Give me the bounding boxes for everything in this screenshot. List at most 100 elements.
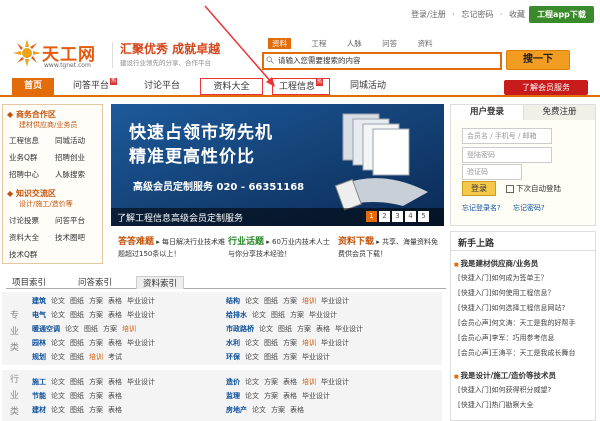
category-sub-link[interactable]: 图纸 [70, 297, 84, 305]
category-sub-link[interactable]: 表格 [108, 378, 122, 386]
category-sub-link[interactable]: 表格 [316, 325, 330, 333]
category-sub-link[interactable]: 方案 [264, 392, 278, 400]
category-sub-link[interactable]: 论文 [245, 353, 259, 361]
search-tab-wenda[interactable]: 问答 [382, 38, 397, 49]
tab-free-register[interactable]: 免费注册 [523, 105, 595, 120]
category-sub-link[interactable]: 方案 [271, 406, 285, 414]
login-register-link[interactable]: 登录/注册 [411, 10, 446, 19]
forgot-password-link-2[interactable]: 忘记密码? [513, 204, 545, 212]
sidebar-item-tech-qq[interactable]: 技术Q群 [9, 249, 55, 260]
category-sub-link[interactable]: 方案 [297, 325, 311, 333]
category-sub-link[interactable]: 方案 [290, 311, 304, 319]
category-sub-link[interactable]: 毕业设计 [321, 339, 349, 347]
sidebar-item-jobs[interactable]: 招聘中心 [9, 169, 55, 180]
banner-page-3[interactable]: 3 [392, 211, 403, 222]
newbie-list-item[interactable]: [会员心声]何文涛：天工是我的好帮手 [458, 318, 575, 328]
sidebar-item-resources[interactable]: 资料大全 [9, 232, 55, 243]
tab-project-index[interactable]: 项目索引 [12, 276, 46, 288]
category-sub-link[interactable]: 论文 [252, 406, 266, 414]
sidebar-item-qq-group[interactable]: 业务Q群 [9, 152, 55, 163]
category-sub-link[interactable]: 方案 [89, 392, 103, 400]
password-field[interactable]: 登陆密码 [462, 147, 552, 163]
member-service-button[interactable]: 了解会员服务 [504, 80, 588, 95]
category-sub-link[interactable]: 表格 [283, 392, 297, 400]
category-name-link[interactable]: 市政路桥 [226, 325, 254, 333]
category-sub-link[interactable]: 表格 [290, 406, 304, 414]
category-sub-link[interactable]: 培训 [302, 297, 316, 305]
tab-user-login[interactable]: 用户登录 [451, 105, 523, 120]
category-sub-link[interactable]: 表格 [108, 339, 122, 347]
category-sub-link[interactable]: 图纸 [70, 378, 84, 386]
username-field[interactable]: 会员名 / 手机号 / 邮箱 [462, 128, 552, 144]
category-sub-link[interactable]: 方案 [89, 406, 103, 414]
category-sub-link[interactable]: 表格 [108, 392, 122, 400]
category-sub-link[interactable]: 毕业设计 [127, 311, 155, 319]
category-name-link[interactable]: 房地产 [226, 406, 247, 414]
forgot-username-link[interactable]: 忘记登录名? [462, 204, 501, 212]
category-name-link[interactable]: 环保 [226, 353, 240, 361]
category-sub-link[interactable]: 论文 [245, 392, 259, 400]
category-name-link[interactable]: 造价 [226, 378, 240, 386]
category-sub-link[interactable]: 表格 [283, 378, 297, 386]
category-sub-link[interactable]: 论文 [252, 311, 266, 319]
newbie-list-item[interactable]: [会员心声]王涛平：天工是我成长舞台 [458, 348, 575, 358]
search-tab-ziliao[interactable]: 资料 [268, 38, 291, 49]
sidebar-item-project-info[interactable]: 工程信息 [9, 135, 55, 146]
category-sub-link[interactable]: 方案 [264, 378, 278, 386]
category-sub-link[interactable]: 方案 [283, 339, 297, 347]
category-sub-link[interactable]: 毕业设计 [321, 297, 349, 305]
category-sub-link[interactable]: 毕业设计 [127, 378, 155, 386]
category-name-link[interactable]: 水利 [226, 339, 240, 347]
info-topics[interactable]: 行业话题 ▸ 60万业内技术人士与你分享技术经验！ [228, 236, 334, 260]
category-sub-link[interactable]: 毕业设计 [321, 378, 349, 386]
category-name-link[interactable]: 给排水 [226, 311, 247, 319]
newbie-list-item[interactable]: [快捷入门]热门勘察大全 [458, 400, 533, 410]
captcha-field[interactable]: 验证码 [462, 164, 522, 180]
category-name-link[interactable]: 节能 [32, 392, 46, 400]
newbie-list-item[interactable]: [快捷入门]如何使用工程信息？ [458, 288, 554, 298]
category-sub-link[interactable]: 方案 [283, 353, 297, 361]
category-sub-link[interactable]: 方案 [103, 325, 117, 333]
category-sub-link[interactable]: 论文 [245, 339, 259, 347]
site-logo[interactable]: 天工网 www.tgnet.com [12, 38, 112, 74]
category-sub-link[interactable]: 论文 [51, 297, 65, 305]
category-sub-link[interactable]: 论文 [51, 339, 65, 347]
nav-home[interactable]: 首页 [12, 78, 54, 95]
auto-login-checkbox[interactable]: 下次自动登陆 [506, 183, 561, 194]
search-button[interactable]: 搜一下 [506, 50, 570, 70]
tab-resource-index[interactable]: 资料索引 [136, 276, 185, 289]
category-name-link[interactable]: 园林 [32, 339, 46, 347]
category-sub-link[interactable]: 考试 [108, 353, 122, 361]
banner-page-5[interactable]: 5 [418, 211, 429, 222]
banner-page-1[interactable]: 1 [366, 211, 377, 222]
category-sub-link[interactable]: 培训 [302, 339, 316, 347]
category-name-link[interactable]: 暖通空调 [32, 325, 60, 333]
search-tab-renmai[interactable]: 人脉 [347, 38, 362, 49]
category-sub-link[interactable]: 论文 [245, 378, 259, 386]
category-sub-link[interactable]: 毕业设计 [127, 297, 155, 305]
search-tab-gongcheng[interactable]: 工程 [311, 38, 326, 49]
nav-project-info[interactable]: 工程信息热 [272, 78, 330, 95]
category-sub-link[interactable]: 图纸 [70, 353, 84, 361]
category-sub-link[interactable]: 方案 [283, 297, 297, 305]
category-sub-link[interactable]: 方案 [89, 311, 103, 319]
sidebar-item-people-search[interactable]: 人脉搜索 [55, 169, 101, 180]
sidebar-item-local-events[interactable]: 同城活动 [55, 135, 101, 146]
search-tab-ziliao-2[interactable]: 资料 [418, 38, 433, 49]
sidebar-item-qa[interactable]: 问答平台 [55, 215, 101, 226]
category-sub-link[interactable]: 毕业设计 [335, 325, 363, 333]
category-sub-link[interactable]: 毕业设计 [302, 392, 330, 400]
newbie-list-item[interactable]: [快捷入门]如何选择工程信息网站? [458, 303, 565, 313]
category-name-link[interactable]: 结构 [226, 297, 240, 305]
category-sub-link[interactable]: 图纸 [84, 325, 98, 333]
nav-discussion[interactable]: 讨论平台 [133, 78, 191, 95]
favorite-link[interactable]: 收藏 [509, 10, 525, 19]
info-downloads[interactable]: 资料下载 ▸ 共享、海量资料免费供会员下载！ [338, 236, 444, 260]
sidebar-item-vote[interactable]: 讨论投票 [9, 215, 55, 226]
banner-page-4[interactable]: 4 [405, 211, 416, 222]
category-sub-link[interactable]: 论文 [259, 325, 273, 333]
nav-local-events[interactable]: 同城活动 [338, 78, 398, 95]
category-sub-link[interactable]: 图纸 [70, 339, 84, 347]
category-sub-link[interactable]: 图纸 [70, 392, 84, 400]
newbie-list-item[interactable]: [快捷入门]如何获得积分威望? [458, 385, 551, 395]
